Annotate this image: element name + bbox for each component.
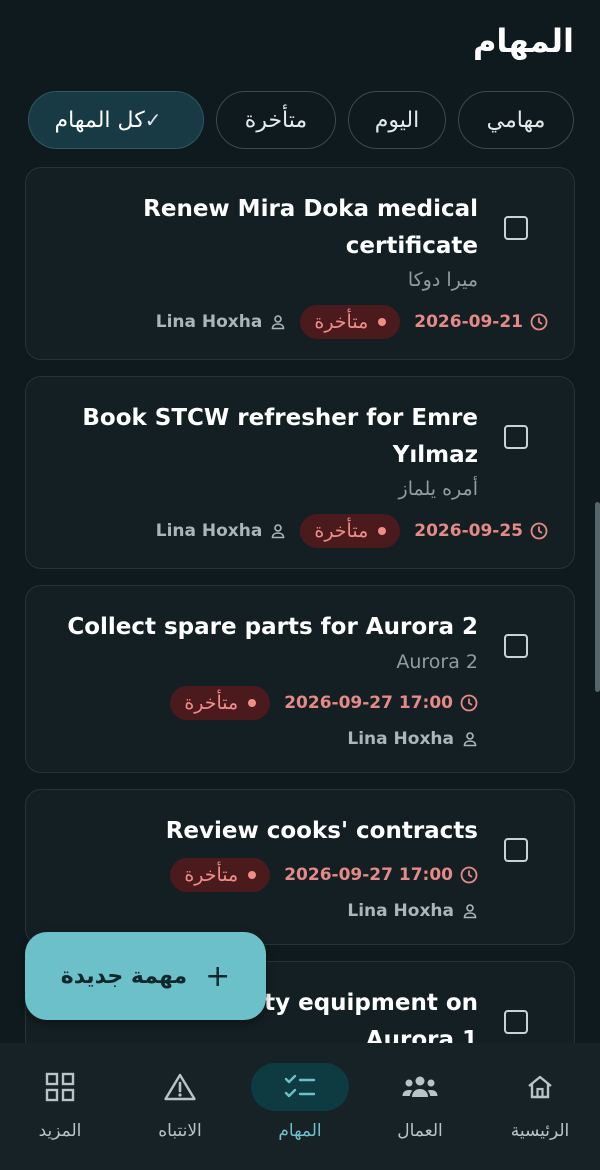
filter-chip-label: متأخرة — [244, 107, 308, 133]
task-due: 2026-09-21 — [414, 312, 548, 332]
status-dot — [248, 871, 257, 879]
home-icon — [508, 1071, 572, 1103]
nav-label: الانتباه — [158, 1121, 202, 1141]
task-due-text: 2026-09-27 17:00 — [284, 865, 453, 885]
status-text: متأخرة — [184, 692, 239, 714]
nav-label: المزيد — [38, 1121, 82, 1141]
task-assignee: Lina Hoxha — [347, 729, 478, 749]
bottom-navigation: الرئيسية العمال المهام الانتباه المزيد — [0, 1043, 600, 1170]
nav-item-more[interactable]: المزيد — [0, 1043, 120, 1170]
task-meta: 2026-09-21 متأخرة Lina Hoxha — [70, 305, 548, 339]
task-assignee-name: Lina Hoxha — [347, 729, 454, 749]
task-due: 2026-09-27 17:00 — [284, 693, 478, 713]
clock-icon — [530, 522, 548, 540]
person-icon — [463, 732, 477, 747]
filter-chip-label: مهامي — [486, 107, 546, 133]
status-badge: متأخرة — [170, 858, 271, 892]
filter-chips: مهامي اليوم متأخرة كل المهام ✓ — [26, 91, 574, 149]
task-subtitle: ميرا دوكا — [407, 269, 478, 291]
nav-item-workers[interactable]: العمال — [360, 1043, 480, 1170]
task-title: Renew Mira Doka medical certificate — [143, 196, 478, 259]
status-dot — [378, 318, 387, 326]
task-title: Review cooks' contracts — [165, 818, 478, 844]
person-icon — [463, 904, 477, 919]
nav-label: المهام — [278, 1121, 322, 1141]
task-meta: Lina Hoxha — [347, 725, 478, 753]
task-checkbox[interactable] — [504, 838, 528, 862]
task-due-text: 2026-09-21 — [414, 312, 523, 332]
task-meta: 2026-09-25 متأخرة Lina Hoxha — [70, 514, 548, 548]
status-dot — [378, 527, 387, 535]
task-meta: 2026-09-27 17:00 متأخرة — [170, 686, 478, 720]
filter-chip-today[interactable]: اليوم — [348, 91, 446, 149]
task-list[interactable]: Renew Mira Doka medical certificate ميرا… — [25, 167, 575, 1044]
task-card[interactable]: Book STCW refresher for Emre Yılmaz أمره… — [25, 376, 575, 569]
tasks-icon — [251, 1063, 349, 1111]
nav-label: الرئيسية — [510, 1121, 570, 1141]
task-due-text: 2026-09-27 17:00 — [284, 693, 453, 713]
filter-chip-label: كل المهام — [54, 107, 145, 133]
nav-label: العمال — [397, 1121, 443, 1141]
scrollbar[interactable] — [595, 502, 600, 692]
clock-icon — [530, 313, 548, 331]
task-meta: Lina Hoxha — [347, 897, 478, 925]
nav-item-home[interactable]: الرئيسية — [480, 1043, 600, 1170]
new-task-button[interactable]: + مهمة جديدة — [25, 932, 266, 1020]
task-checkbox[interactable] — [504, 634, 528, 658]
task-due: 2026-09-27 17:00 — [284, 865, 478, 885]
person-icon — [272, 315, 285, 330]
page-title: المهام — [472, 22, 574, 60]
task-assignee: Lina Hoxha — [156, 312, 287, 332]
task-assignee: Lina Hoxha — [347, 901, 478, 921]
task-checkbox[interactable] — [504, 216, 528, 240]
new-task-label: مهمة جديدة — [60, 963, 188, 989]
filter-chip-all[interactable]: كل المهام ✓ — [28, 91, 204, 149]
task-due-text: 2026-09-25 — [414, 521, 523, 541]
task-card[interactable]: Renew Mira Doka medical certificate ميرا… — [25, 167, 575, 360]
check-icon: ✓ — [144, 108, 162, 132]
nav-item-attention[interactable]: الانتباه — [120, 1043, 240, 1170]
clock-icon — [460, 866, 478, 884]
status-badge: متأخرة — [300, 305, 401, 339]
status-text: متأخرة — [314, 520, 369, 542]
person-icon — [272, 524, 285, 539]
task-title: Collect spare parts for Aurora 2 — [67, 614, 478, 640]
task-assignee: Lina Hoxha — [156, 521, 287, 541]
task-title: Book STCW refresher for Emre Yılmaz — [82, 405, 478, 468]
task-assignee-name: Lina Hoxha — [155, 312, 263, 332]
task-card[interactable]: Collect spare parts for Aurora 2 Aurora … — [25, 585, 575, 773]
task-checkbox[interactable] — [504, 425, 528, 449]
status-dot — [248, 699, 257, 707]
nav-item-tasks[interactable]: المهام — [240, 1043, 360, 1170]
task-checkbox[interactable] — [504, 1010, 528, 1034]
clock-icon — [460, 694, 478, 712]
task-card[interactable]: Review cooks' contracts 2026-09-27 17:00… — [25, 789, 575, 945]
task-assignee-name: Lina Hoxha — [155, 521, 263, 541]
filter-chip-label: اليوم — [374, 107, 420, 133]
task-due: 2026-09-25 — [414, 521, 548, 541]
task-subtitle: Aurora 2 — [396, 651, 478, 673]
status-badge: متأخرة — [300, 514, 401, 548]
plus-icon: + — [205, 958, 231, 994]
filter-chip-mine[interactable]: مهامي — [458, 91, 574, 149]
workers-icon — [388, 1071, 452, 1103]
task-subtitle: أمره يلماز — [398, 478, 478, 500]
status-badge: متأخرة — [170, 686, 271, 720]
task-meta: 2026-09-27 17:00 متأخرة — [170, 858, 478, 892]
status-text: متأخرة — [314, 311, 369, 333]
grid-icon — [28, 1071, 92, 1103]
filter-chip-overdue[interactable]: متأخرة — [216, 91, 336, 149]
task-assignee-name: Lina Hoxha — [347, 901, 454, 921]
warning-icon — [148, 1071, 212, 1103]
status-text: متأخرة — [184, 864, 239, 886]
